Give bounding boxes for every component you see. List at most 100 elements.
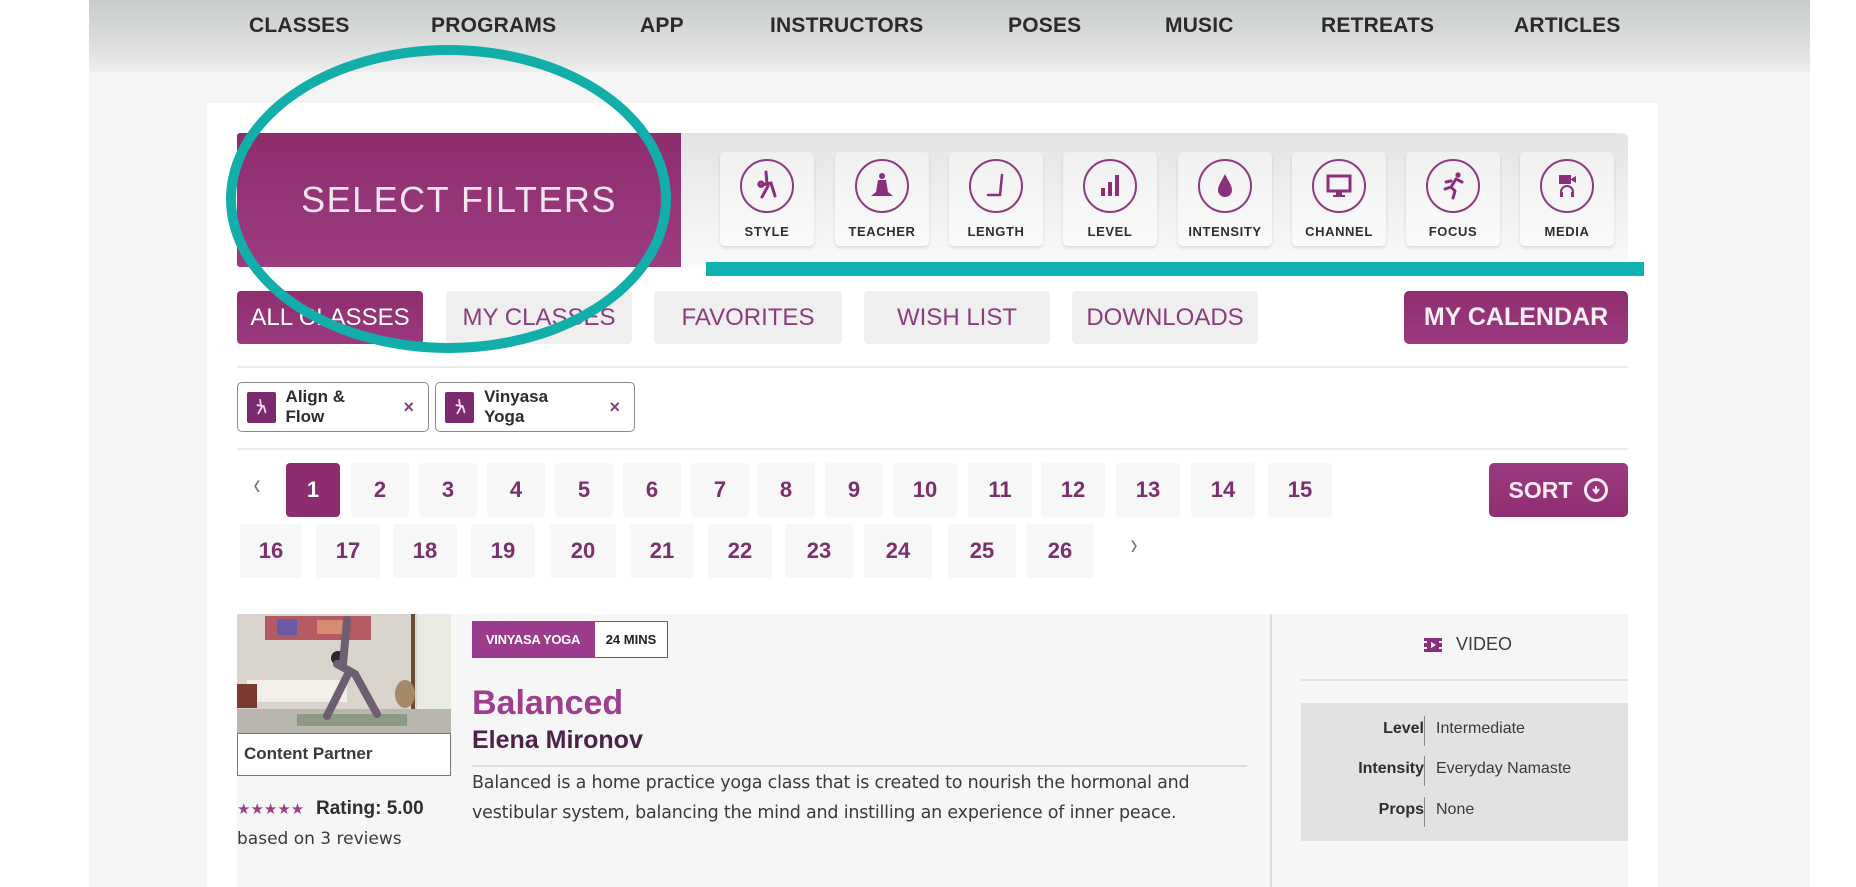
monitor-icon — [1326, 174, 1352, 197]
remove-filter-icon[interactable]: × — [403, 397, 414, 418]
class-teacher[interactable]: Elena Mironov — [472, 726, 643, 755]
active-filter-chip[interactable]: Align & Flow × — [237, 382, 429, 432]
yoga-pose-icon — [247, 391, 276, 423]
page-25-button[interactable]: 25 — [948, 524, 1016, 578]
next-page-arrow[interactable]: › — [1131, 528, 1138, 562]
review-count[interactable]: based on 3 reviews — [237, 829, 402, 849]
page-13-button[interactable]: 13 — [1116, 463, 1180, 517]
filter-teacher-label: TEACHER — [848, 224, 916, 239]
filter-media[interactable]: MEDIA — [1520, 152, 1614, 246]
nav-app[interactable]: APP — [640, 14, 684, 38]
style-tag: VINYASA YOGA — [472, 621, 594, 658]
divider — [1301, 679, 1628, 681]
filter-level-label: LEVEL — [1087, 224, 1133, 239]
meta-key: Props — [1378, 801, 1424, 818]
class-thumbnail[interactable] — [237, 614, 451, 734]
meta-key: Intensity — [1358, 760, 1424, 777]
filter-style[interactable]: STYLE — [720, 152, 814, 246]
page-11-button[interactable]: 11 — [968, 463, 1032, 517]
yoga-pose-icon — [757, 170, 777, 199]
tab-favorites[interactable]: FAVORITES — [654, 291, 842, 344]
divider — [237, 448, 1628, 450]
page-4-button[interactable]: 4 — [487, 463, 545, 517]
my-calendar-button[interactable]: MY CALENDAR — [1404, 291, 1628, 344]
filter-channel[interactable]: CHANNEL — [1292, 152, 1386, 246]
filter-teacher[interactable]: TEACHER — [835, 152, 929, 246]
page-2-button[interactable]: 2 — [351, 463, 409, 517]
page-24-button[interactable]: 24 — [864, 524, 932, 578]
page-26-button[interactable]: 26 — [1026, 524, 1094, 578]
nav-programs[interactable]: PROGRAMS — [431, 14, 556, 38]
droplet-icon — [1218, 174, 1232, 197]
divider — [237, 366, 1628, 368]
page-17-button[interactable]: 17 — [316, 524, 380, 578]
running-person-icon — [1443, 172, 1464, 200]
video-headphones-icon — [1559, 175, 1576, 197]
divider — [1270, 614, 1272, 887]
select-filters-button[interactable]: SELECT FILTERS — [237, 133, 681, 267]
class-title[interactable]: Balanced — [472, 684, 623, 723]
page-8-button[interactable]: 8 — [757, 463, 815, 517]
divider — [472, 765, 1247, 767]
nav-instructors[interactable]: INSTRUCTORS — [770, 14, 924, 38]
nav-classes[interactable]: CLASSES — [249, 14, 350, 38]
length-tag: 24 MINS — [594, 621, 668, 658]
page-10-button[interactable]: 10 — [893, 463, 957, 517]
rating-value: Rating: 5.00 — [316, 798, 424, 819]
chip-label: Vinyasa Yoga — [484, 387, 549, 426]
nav-retreats[interactable]: RETREATS — [1321, 14, 1434, 38]
rating-stars: ★★★★★ — [237, 801, 305, 818]
tab-all-classes[interactable]: ALL CLASSES — [237, 291, 423, 344]
media-type: VIDEO — [1424, 634, 1512, 655]
tab-downloads[interactable]: DOWNLOADS — [1072, 291, 1258, 344]
filter-focus[interactable]: FOCUS — [1406, 152, 1500, 246]
media-type-label: VIDEO — [1456, 634, 1513, 654]
page-23-button[interactable]: 23 — [785, 524, 853, 578]
meta-separator — [1424, 756, 1425, 786]
page-19-button[interactable]: 19 — [471, 524, 535, 578]
nav-poses[interactable]: POSES — [1008, 14, 1081, 38]
page-3-button[interactable]: 3 — [419, 463, 477, 517]
page-9-button[interactable]: 9 — [825, 463, 883, 517]
filter-intensity-label: INTENSITY — [1188, 224, 1262, 239]
remove-filter-icon[interactable]: × — [609, 397, 620, 418]
page-7-button[interactable]: 7 — [691, 463, 749, 517]
page-18-button[interactable]: 18 — [393, 524, 457, 578]
filter-length[interactable]: LENGTH — [949, 152, 1043, 246]
page-1-button[interactable]: 1 — [286, 463, 340, 517]
prev-page-arrow[interactable]: ‹ — [254, 468, 261, 502]
page-16-button[interactable]: 16 — [240, 524, 302, 578]
page-12-button[interactable]: 12 — [1041, 463, 1105, 517]
meta-separator — [1424, 716, 1425, 746]
meta-row-level: Level Intermediate — [1301, 716, 1628, 746]
circle-arrow-down-icon — [1584, 478, 1609, 502]
meta-value: Everyday Namaste — [1436, 760, 1572, 777]
active-filter-chip[interactable]: Vinyasa Yoga × — [435, 382, 635, 432]
page-22-button[interactable]: 22 — [708, 524, 772, 578]
page-20-button[interactable]: 20 — [550, 524, 616, 578]
page-5-button[interactable]: 5 — [555, 463, 613, 517]
filter-focus-label: FOCUS — [1428, 224, 1478, 239]
page-15-button[interactable]: 15 — [1268, 463, 1332, 517]
bar-levels-icon — [1101, 175, 1119, 196]
tab-my-classes[interactable]: MY CLASSES — [446, 291, 632, 344]
nav-articles[interactable]: ARTICLES — [1514, 14, 1621, 38]
meta-value: None — [1436, 801, 1475, 818]
filter-media-label: MEDIA — [1544, 224, 1590, 239]
filter-intensity[interactable]: INTENSITY — [1178, 152, 1272, 246]
filter-level[interactable]: LEVEL — [1063, 152, 1157, 246]
page-14-button[interactable]: 14 — [1191, 463, 1255, 517]
content-partner-label: Content Partner — [237, 733, 451, 776]
top-nav: CLASSES PROGRAMS APP INSTRUCTORS POSES M… — [89, 0, 1810, 72]
page-21-button[interactable]: 21 — [630, 524, 694, 578]
nav-music[interactable]: MUSIC — [1165, 14, 1234, 38]
meta-row-props: Props None — [1301, 797, 1628, 827]
sort-button[interactable]: SORT — [1489, 463, 1628, 517]
page-6-button[interactable]: 6 — [623, 463, 681, 517]
annotation-underline — [706, 262, 1644, 276]
class-description: Balanced is a home practice yoga class t… — [472, 773, 1190, 823]
filter-channel-label: CHANNEL — [1305, 224, 1373, 239]
film-icon — [1424, 637, 1442, 652]
tab-wish-list[interactable]: WISH LIST — [864, 291, 1050, 344]
meta-row-intensity: Intensity Everyday Namaste — [1301, 756, 1628, 786]
